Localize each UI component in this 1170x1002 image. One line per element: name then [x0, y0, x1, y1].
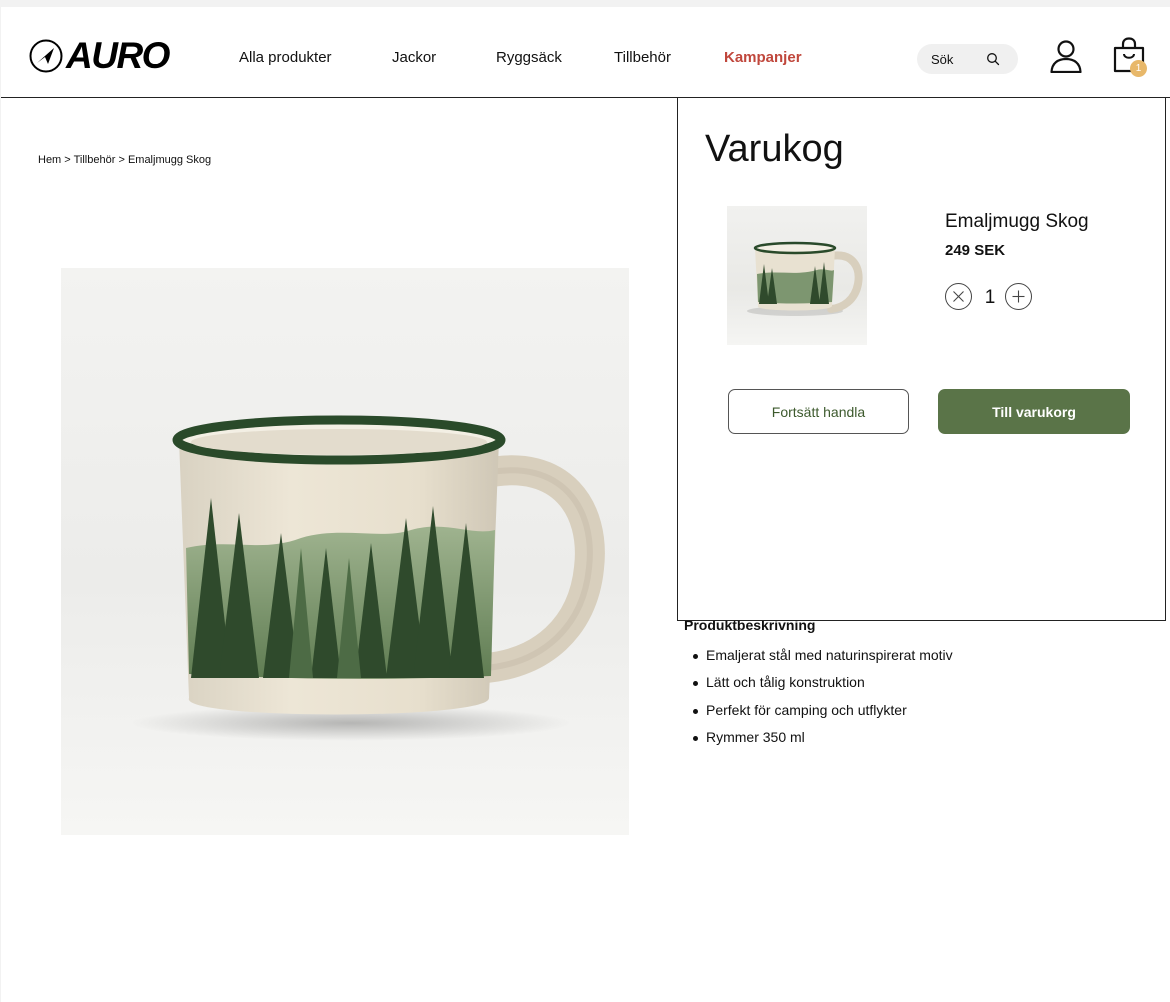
description-item: Rymmer 350 ml [684, 724, 1124, 751]
close-icon [953, 291, 964, 302]
nav-campaigns[interactable]: Kampanjer [724, 49, 802, 66]
nav-accessories[interactable]: Tillbehör [614, 49, 671, 66]
product-image [61, 268, 629, 835]
increase-quantity-button[interactable] [1005, 283, 1032, 310]
cart-drawer-title: Varukog [705, 128, 844, 170]
cart-item-thumbnail [727, 206, 867, 345]
continue-shopping-button[interactable]: Fortsätt handla [728, 389, 909, 434]
nav-jackets[interactable]: Jackor [392, 49, 436, 66]
description-item: Perfekt för camping och utflykter [684, 697, 1124, 724]
site-header: AURO Alla produkter Jackor Ryggsäck Till… [1, 7, 1170, 98]
logo-mark-icon [29, 39, 63, 73]
brand-name: AURO [66, 35, 170, 76]
search-input[interactable] [931, 51, 987, 67]
breadcrumb-current: Emaljmugg Skog [127, 154, 212, 166]
remove-item-button[interactable] [945, 283, 972, 310]
breadcrumb-accessories[interactable]: Tillbehör [74, 154, 116, 166]
cart-item-price: 249 SEK [945, 242, 1006, 259]
breadcrumb-separator: > [64, 154, 71, 166]
breadcrumb: Hem > Tillbehör > Emaljmugg Skog [38, 154, 211, 166]
enamel-mug-illustration [131, 415, 605, 741]
cart-item-quantity: 1 [984, 287, 996, 308]
brand-logo[interactable]: AURO [29, 35, 170, 76]
page: AURO Alla produkter Jackor Ryggsäck Till… [1, 7, 1170, 1002]
cart-item-name: Emaljmugg Skog [945, 211, 1089, 232]
user-icon[interactable] [1049, 39, 1083, 73]
cart-drawer: Varukog Emaljmugg Skog 249 SEK 1 Fortsät… [677, 97, 1166, 621]
description-item: Lätt och tålig konstruktion [684, 669, 1124, 696]
description-item: Emaljerat stål med naturinspirerat motiv [684, 642, 1124, 669]
nav-all-products[interactable]: Alla produkter [239, 49, 332, 66]
cart-count-badge: 1 [1130, 60, 1147, 77]
breadcrumb-separator: > [118, 154, 125, 166]
search-box [917, 44, 1018, 74]
plus-icon [1012, 290, 1025, 303]
product-description: Produktbeskrivning Emaljerat stål med na… [684, 617, 1124, 751]
breadcrumb-home[interactable]: Hem [38, 154, 61, 166]
nav-backpacks[interactable]: Ryggsäck [496, 49, 562, 66]
search-icon[interactable] [986, 52, 1000, 66]
enamel-mug-thumbnail-illustration [747, 241, 863, 316]
description-list: Emaljerat stål med naturinspirerat motiv… [684, 642, 1124, 751]
go-to-cart-button[interactable]: Till varukorg [938, 389, 1130, 434]
